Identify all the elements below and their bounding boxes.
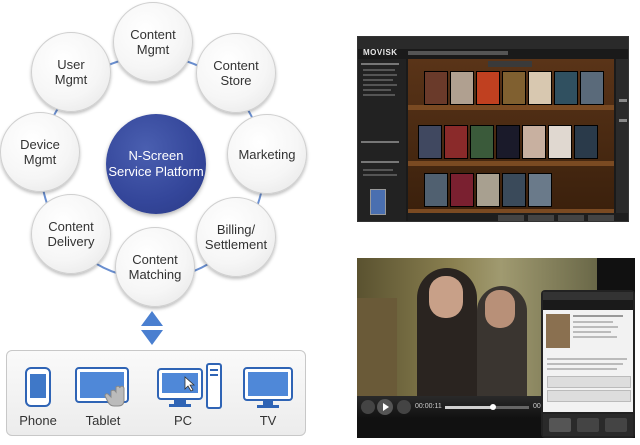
- node-label: Content: [48, 219, 94, 234]
- device-label-phone: Phone: [19, 413, 57, 428]
- phone-tab[interactable]: [577, 418, 599, 432]
- node-label: Mgmt: [23, 152, 57, 167]
- title-bar: [358, 37, 628, 49]
- node-label: User: [57, 57, 85, 72]
- node-label: Content: [130, 27, 176, 42]
- node-content-mgmt: Content Mgmt: [113, 2, 193, 82]
- pc-icon: [157, 363, 222, 409]
- phone-tab[interactable]: [549, 418, 571, 432]
- platform-core-line1: N-Screen: [128, 148, 184, 163]
- search-bar[interactable]: [408, 51, 508, 55]
- tv-icon: [243, 367, 293, 408]
- forward-button[interactable]: [397, 400, 411, 414]
- toolbar-button[interactable]: [528, 215, 554, 221]
- node-label: Delivery: [47, 234, 95, 249]
- platform-core: N-Screen Service Platform: [106, 114, 206, 214]
- node-label: Content: [132, 252, 178, 267]
- node-label: Store: [220, 73, 252, 88]
- toolbar-button[interactable]: [558, 215, 584, 221]
- phone-icon: [25, 367, 51, 407]
- device-label-tv: TV: [259, 413, 277, 428]
- current-time: 00:00:11: [415, 403, 442, 410]
- sidebar: [358, 59, 406, 221]
- device-label-tablet: Tablet: [85, 413, 121, 428]
- scrollbar[interactable]: [616, 59, 628, 213]
- phone-tab[interactable]: [605, 418, 627, 432]
- tablet-icon: [75, 367, 129, 407]
- node-device-mgmt: Device Mgmt: [0, 112, 80, 192]
- device-panel: Phone Tablet PC TV: [6, 350, 306, 436]
- node-billing-settlement: Billing/Settlement: [196, 197, 276, 277]
- node-label: Settlement: [204, 237, 268, 252]
- seek-bar[interactable]: [445, 404, 529, 410]
- video-player-window: 00:00:11 00:06:45: [357, 258, 635, 438]
- node-label: Marketing: [238, 146, 296, 162]
- node-label: Mgmt: [136, 42, 170, 57]
- node-label: Mgmt: [54, 72, 88, 87]
- bottom-toolbar: [408, 213, 628, 221]
- up-down-arrow-icon: [141, 311, 163, 345]
- rewind-button[interactable]: [361, 400, 375, 414]
- node-user-mgmt: User Mgmt: [31, 32, 111, 112]
- app-logo: MOVISK: [363, 48, 398, 57]
- node-content-matching: Content Matching: [115, 227, 195, 307]
- toolbar-button[interactable]: [588, 215, 614, 221]
- node-label: Matching: [128, 267, 182, 282]
- seek-handle[interactable]: [490, 404, 496, 410]
- phone-app-overlay: [541, 290, 635, 438]
- play-icon: [383, 403, 389, 411]
- node-label: Billing/: [216, 222, 256, 237]
- node-label: Content: [213, 58, 259, 73]
- node-marketing: Marketing: [227, 114, 307, 194]
- toolbar-button[interactable]: [498, 215, 524, 221]
- node-label: Device: [20, 137, 60, 152]
- device-label-pc: PC: [173, 413, 193, 428]
- platform-core-line2: Service Platform: [108, 164, 204, 179]
- play-button[interactable]: [377, 399, 393, 415]
- node-content-store: Content Store: [196, 33, 276, 113]
- node-content-delivery: Content Delivery: [31, 194, 111, 274]
- bookshelf: [408, 59, 614, 213]
- app-window-bookshelf: MOVISK: [357, 36, 629, 222]
